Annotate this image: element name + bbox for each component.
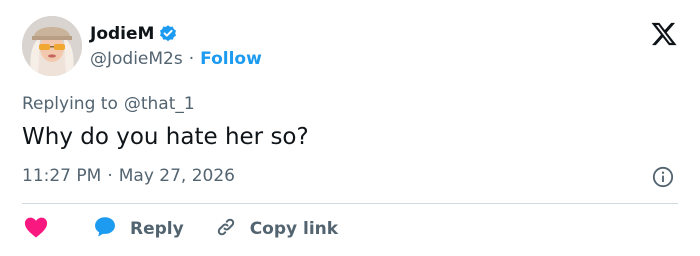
author-name[interactable]: JodieM bbox=[90, 24, 154, 44]
timestamp-separator: · bbox=[107, 166, 113, 186]
tweet-text: Why do you hate her so? bbox=[22, 124, 309, 150]
avatar-image bbox=[22, 16, 82, 76]
tweet-date[interactable]: May 27, 2026 bbox=[119, 166, 235, 186]
info-icon[interactable] bbox=[652, 166, 674, 188]
author-handle-row: @JodieM2s · Follow bbox=[90, 48, 262, 70]
author-name-row: JodieM bbox=[90, 22, 178, 46]
replying-to: Replying to @that_1 bbox=[22, 94, 195, 114]
reply-button[interactable]: Reply bbox=[92, 214, 184, 245]
separator-dot: · bbox=[188, 49, 195, 69]
tweet-card: JodieM @JodieM2s · Follow Replying to @t… bbox=[0, 0, 700, 256]
reply-bubble-icon bbox=[92, 214, 130, 245]
tweet-time[interactable]: 11:27 PM bbox=[22, 166, 101, 186]
avatar[interactable] bbox=[22, 16, 82, 76]
tweet-timestamp: 11:27 PM · May 27, 2026 bbox=[22, 166, 235, 186]
divider bbox=[22, 203, 678, 204]
like-button[interactable] bbox=[22, 213, 50, 246]
author-handle[interactable]: @JodieM2s bbox=[90, 49, 183, 69]
reply-label: Reply bbox=[130, 219, 184, 239]
heart-icon bbox=[22, 213, 50, 246]
verified-badge-icon bbox=[158, 24, 178, 44]
action-bar: Reply Copy link bbox=[22, 214, 338, 244]
link-icon bbox=[214, 215, 250, 244]
copy-link-button[interactable]: Copy link bbox=[214, 215, 338, 244]
x-logo-icon[interactable] bbox=[650, 20, 678, 48]
copy-link-label: Copy link bbox=[249, 219, 339, 239]
replying-to-prefix: Replying to bbox=[22, 94, 118, 114]
replying-to-mention[interactable]: @that_1 bbox=[124, 94, 195, 114]
follow-button[interactable]: Follow bbox=[200, 49, 262, 69]
